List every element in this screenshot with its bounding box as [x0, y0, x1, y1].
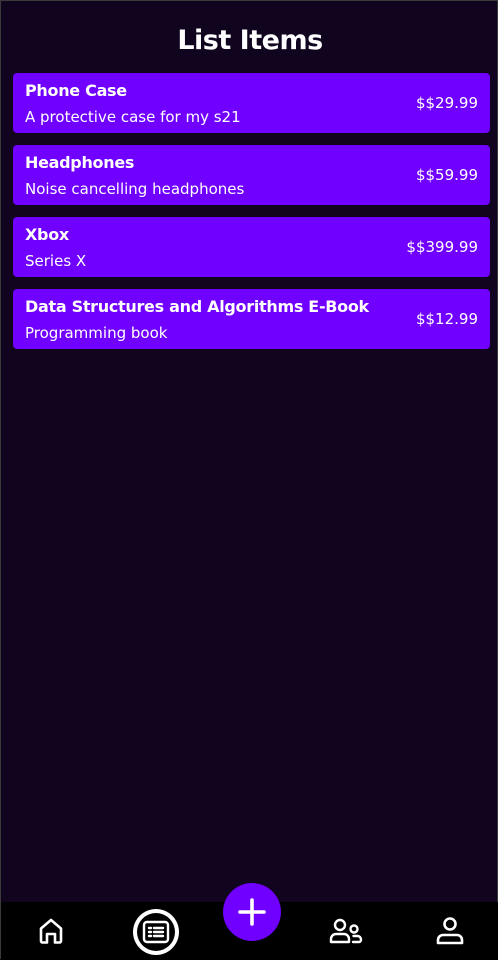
nav-list-button[interactable] [133, 909, 179, 955]
item-name: Headphones [25, 153, 135, 172]
bottom-nav [1, 883, 498, 960]
page-title: List Items [177, 25, 323, 56]
home-icon [38, 917, 64, 945]
list-item[interactable]: Phone Case A protective case for my s21 … [13, 73, 490, 133]
nav-friends-button[interactable] [328, 914, 364, 948]
item-price: $$399.99 [406, 238, 478, 256]
list-item[interactable]: Headphones Noise cancelling headphones $… [13, 145, 490, 205]
item-description: Noise cancelling headphones [25, 180, 245, 198]
app-screen: List Items Phone Case A protective case … [0, 0, 498, 960]
nav-profile-button[interactable] [433, 914, 467, 948]
item-name: Phone Case [25, 81, 127, 100]
list-item[interactable]: Xbox Series X $$399.99 [13, 217, 490, 277]
item-name: Data Structures and Algorithms E-Book [25, 297, 369, 316]
item-name: Xbox [25, 225, 69, 244]
list-icon [142, 920, 170, 944]
item-description: A protective case for my s21 [25, 108, 241, 126]
profile-icon [435, 916, 465, 946]
list-item[interactable]: Data Structures and Algorithms E-Book Pr… [13, 289, 490, 349]
friends-icon [329, 917, 363, 945]
item-description: Series X [25, 252, 87, 270]
add-item-button[interactable] [223, 883, 281, 941]
nav-home-button[interactable] [34, 914, 68, 948]
item-description: Programming book [25, 324, 168, 342]
plus-icon [237, 897, 267, 927]
item-price: $$29.99 [415, 94, 478, 112]
item-price: $$12.99 [415, 310, 478, 328]
item-list: Phone Case A protective case for my s21 … [13, 73, 490, 361]
item-price: $$59.99 [415, 166, 478, 184]
